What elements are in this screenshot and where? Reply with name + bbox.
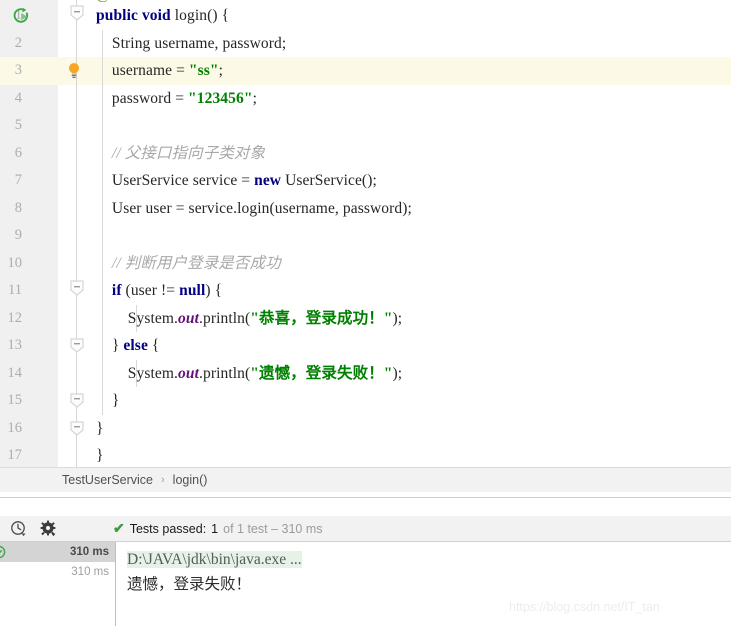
editor-line-14[interactable]: 14 System.out.println("遗憾，登录失败！"); [0, 359, 731, 388]
tests-passed-label: Tests passed: [129, 522, 207, 536]
gutter-icons-line-10[interactable] [10, 250, 58, 278]
gutter-icons-line-2[interactable] [10, 30, 58, 58]
editor-rows: @Test1public void login() {2 String user… [0, 0, 731, 467]
breadcrumb-class[interactable]: TestUserService [62, 473, 153, 487]
gutter-icons-line-14[interactable] [10, 360, 58, 388]
gutter-icons-line-11[interactable] [10, 277, 58, 305]
fold-column[interactable] [58, 29, 96, 57]
line-code: // 父接口指向子类对象 [111, 144, 266, 162]
editor-line-3[interactable]: 3 username = "ss"; [0, 57, 731, 85]
fold-column[interactable] [58, 387, 96, 415]
gutter-icons-line-8[interactable] [10, 195, 58, 223]
editor-line-15[interactable]: 15 } [0, 387, 731, 415]
line-code: if (user != null) { [111, 282, 223, 299]
line-code: // 判断用户登录是否成功 [111, 254, 281, 272]
line-code: password = "123456"; [96, 89, 257, 107]
fold-column[interactable] [58, 2, 96, 30]
gutter-icons-line-17[interactable] [10, 442, 58, 467]
code-editor[interactable]: @Test1public void login() {2 String user… [0, 0, 731, 467]
line-code: } [96, 392, 120, 409]
line-code: } [96, 419, 104, 437]
test-node-icon [0, 545, 6, 559]
fold-column[interactable] [58, 359, 96, 387]
line-code: username = "ss"; [96, 62, 223, 79]
gutter-icons-line-15[interactable] [10, 387, 58, 415]
line-code [96, 112, 731, 140]
fold-column[interactable] [58, 332, 96, 360]
line-code: } [96, 447, 104, 464]
line-code: System.out.println("遗憾，登录失败！"); [96, 364, 403, 382]
test-runner-toolbar: ✔ Tests passed: 1 of 1 test – 310 ms [0, 516, 731, 542]
watermark: https://blog.csdn.net/IT_tan [509, 600, 660, 614]
line-code [96, 222, 731, 250]
editor-line-12[interactable]: 12 System.out.println("恭喜，登录成功！"); [0, 304, 731, 333]
tests-passed-check-icon: ✔ [113, 520, 125, 536]
line-code: String username, password; [96, 34, 287, 52]
fold-column[interactable] [58, 112, 96, 140]
fold-column[interactable] [58, 249, 96, 277]
editor-line-5[interactable]: 5 [0, 112, 731, 140]
gutter-icons-line-7[interactable] [10, 167, 58, 195]
editor-line-11[interactable]: 11 if (user != null) { [0, 277, 731, 305]
test-results-tree[interactable]: 310 ms 310 ms [0, 542, 116, 626]
toolbar-icon-group [0, 520, 105, 538]
editor-line-9[interactable]: 9 [0, 222, 731, 250]
breadcrumb[interactable]: TestUserService › login() [0, 467, 731, 492]
gutter-icons-line-3[interactable] [10, 57, 58, 85]
intention-bulb-icon[interactable] [66, 62, 82, 85]
gutter-icons-line-1[interactable] [10, 2, 58, 30]
gear-icon[interactable] [40, 520, 58, 538]
line-code: } else { [96, 337, 160, 354]
idea-window: @Test1public void login() {2 String user… [0, 0, 731, 626]
intention-bulb-svg [69, 63, 79, 78]
editor-line-10[interactable]: 10 // 判断用户登录是否成功 [0, 249, 731, 278]
breadcrumb-separator-icon: › [161, 474, 165, 486]
fold-column[interactable] [58, 277, 96, 305]
editor-line-8[interactable]: 8 User user = service.login(username, pa… [0, 194, 731, 223]
editor-line-17[interactable]: 17} [0, 442, 731, 467]
breadcrumb-method[interactable]: login() [173, 473, 208, 487]
fold-column[interactable] [58, 414, 96, 442]
fold-column[interactable] [58, 84, 96, 112]
editor-line-1[interactable]: 1 public void login() { [0, 2, 731, 30]
fold-column[interactable] [58, 139, 96, 167]
gutter-icons-line-16[interactable] [10, 415, 58, 443]
line-code: UserService service = new UserService(); [96, 172, 377, 189]
gutter-icons-line-4[interactable] [10, 85, 58, 113]
fold-column[interactable] [58, 194, 96, 222]
editor-line-16[interactable]: 16} [0, 414, 731, 443]
line-code: public void login() { [96, 7, 230, 24]
editor-line-4[interactable]: 4 password = "123456"; [0, 84, 731, 113]
tests-passed-count: 1 [211, 522, 219, 536]
test-status-bar: ✔ Tests passed: 1 of 1 test – 310 ms [113, 521, 322, 536]
fold-column[interactable] [58, 304, 96, 332]
gutter-icons-line-5[interactable] [10, 112, 58, 140]
test-duration: 310 ms [69, 546, 109, 558]
editor-line-7[interactable]: 7 UserService service = new UserService(… [0, 167, 731, 195]
editor-line-6[interactable]: 6 // 父接口指向子类对象 [0, 139, 731, 168]
test-tree-row[interactable]: 310 ms [0, 562, 115, 582]
console-output-line: 遗憾，登录失败！ [127, 576, 252, 593]
console-command-text: D:\JAVA\jdk\bin\java.exe ... [127, 551, 302, 568]
gutter-icons-line-6[interactable] [10, 140, 58, 168]
gutter-icons-line-13[interactable] [10, 332, 58, 360]
tests-passed-detail: of 1 test – 310 ms [223, 522, 323, 536]
history-clock-icon[interactable] [10, 520, 28, 538]
fold-column[interactable] [58, 167, 96, 195]
editor-line-2[interactable]: 2 String username, password; [0, 29, 731, 58]
gutter-icons-line-9[interactable] [10, 222, 58, 250]
gutter-icons-line-12[interactable] [10, 305, 58, 333]
editor-line-13[interactable]: 13 } else { [0, 332, 731, 360]
fold-column[interactable] [58, 222, 96, 250]
runner-divider [0, 492, 731, 498]
console-command-line: D:\JAVA\jdk\bin\java.exe ... [127, 547, 731, 572]
fold-column[interactable] [58, 442, 96, 467]
line-code: User user = service.login(username, pass… [96, 199, 412, 217]
test-tree-row[interactable]: 310 ms [0, 542, 115, 562]
line-code: System.out.println("恭喜，登录成功！"); [96, 309, 403, 327]
test-duration: 310 ms [71, 566, 109, 578]
